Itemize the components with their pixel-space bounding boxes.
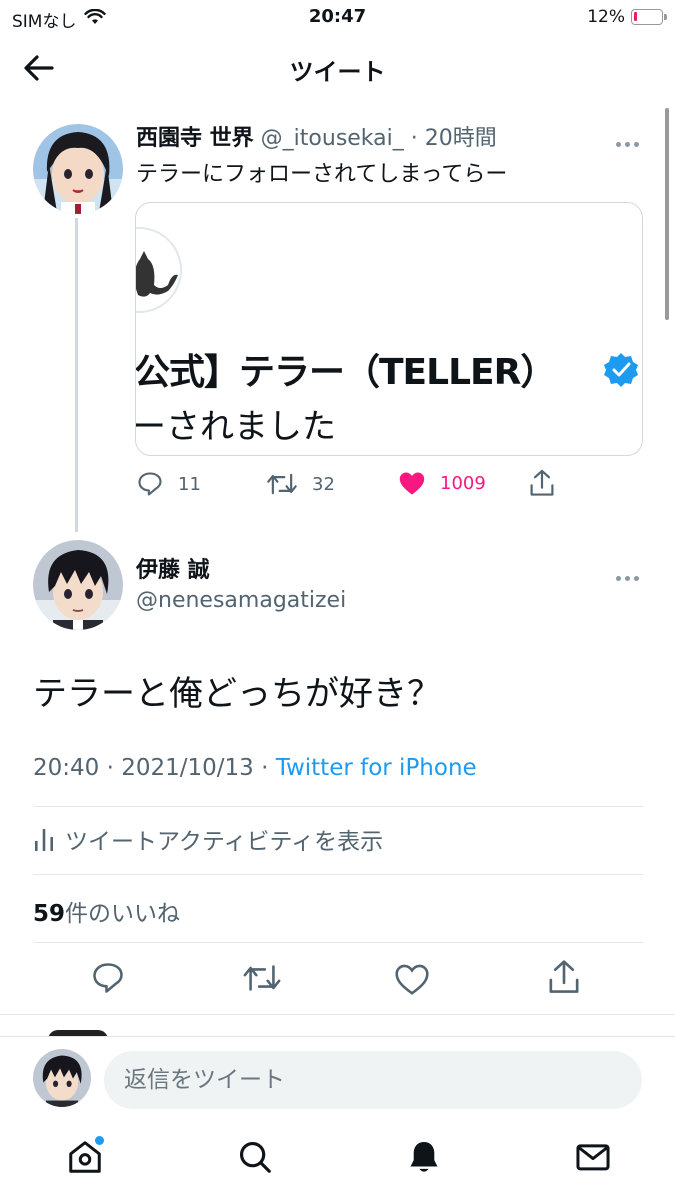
status-time: 20:47 (308, 6, 367, 27)
quoted-tweet-time: · 20時間 (410, 126, 497, 151)
reply-icon (93, 963, 123, 993)
like-count: 1009 (440, 472, 486, 494)
tab-messages[interactable] (574, 1138, 614, 1178)
battery-percent: 12% (587, 7, 625, 27)
divider (33, 806, 643, 807)
divider (0, 1014, 675, 1015)
header: ツイート (0, 34, 675, 100)
retweet-icon (243, 965, 281, 991)
avatar[interactable] (33, 124, 123, 214)
thread-connector (75, 218, 78, 532)
tweet-timestamp: 20:40 · 2021/10/13 · Twitter for iPhone (33, 755, 477, 781)
more-options-icon[interactable] (616, 132, 646, 147)
tweet-source-link[interactable]: Twitter for iPhone (276, 755, 477, 781)
retweet-count: 32 (312, 473, 335, 495)
retweet-button[interactable] (242, 960, 282, 1000)
search-icon (239, 1141, 271, 1173)
verified-badge-icon (602, 351, 640, 389)
tab-home[interactable] (66, 1136, 106, 1178)
more-options-icon[interactable] (616, 566, 646, 581)
divider (33, 874, 643, 875)
heart-filled-icon (399, 472, 425, 495)
share-button[interactable] (528, 468, 556, 498)
heart-icon (395, 964, 429, 995)
like-button[interactable] (394, 962, 434, 1002)
retweet-icon (267, 473, 297, 495)
activity-label: ツイートアクティビティを表示 (65, 829, 384, 855)
reply-button[interactable] (90, 960, 130, 1000)
likes-count: 59 (33, 901, 66, 927)
status-bar: SIMなし 20:47 12% (0, 0, 675, 34)
avatar[interactable] (33, 540, 123, 630)
tab-search[interactable] (236, 1138, 276, 1178)
like-button[interactable]: 1009 (398, 470, 486, 496)
reply-composer (0, 1036, 675, 1122)
tweet-activity-link[interactable]: ツイートアクティビティを表示 (33, 822, 383, 856)
battery-fill (634, 12, 637, 21)
quoted-tweet-meta: 西園寺 世界 @_itousekai_ · 20時間 (136, 120, 497, 152)
author-name[interactable]: 伊藤 誠 (136, 552, 210, 584)
embedded-image-card[interactable]: 公式】テラー（TELLER） ーされました (135, 202, 643, 456)
tab-bar (0, 1122, 675, 1200)
reply-count: 11 (178, 473, 201, 495)
reply-button[interactable]: 11 (136, 470, 201, 498)
tweet-text: テラーと俺どっちが好き？ (33, 674, 441, 714)
author-handle[interactable]: @nenesamagatizei (136, 588, 346, 613)
cat-logo-icon (136, 227, 182, 313)
notification-dot (95, 1136, 104, 1145)
retweet-button[interactable]: 32 (266, 470, 335, 498)
likes-summary[interactable]: 59件のいいね (33, 894, 180, 928)
page-title: ツイート (289, 58, 386, 86)
share-icon (549, 960, 579, 993)
quoted-author-name[interactable]: 西園寺 世界 (136, 126, 254, 151)
status-right: 12% (587, 7, 667, 27)
quoted-tweet-text: テラーにフォローされてしまってらー (136, 162, 508, 187)
reply-input[interactable] (104, 1051, 642, 1109)
share-button[interactable] (546, 958, 586, 998)
likes-label: 件のいいね (65, 901, 181, 927)
avatar[interactable] (33, 1049, 91, 1107)
share-icon (530, 469, 554, 496)
tweet-time: 20:40 · 2021/10/13 · (33, 755, 276, 781)
battery-icon (631, 9, 667, 25)
bar-chart-icon (35, 829, 53, 851)
tab-notifications[interactable] (405, 1138, 445, 1178)
scrollbar[interactable] (665, 108, 669, 320)
reply-icon (138, 472, 162, 496)
card-subtitle: ーされました (135, 407, 336, 447)
mail-icon (576, 1144, 610, 1171)
card-title: 公式】テラー（TELLER） (135, 352, 556, 393)
bell-icon (410, 1141, 438, 1172)
divider (33, 942, 643, 943)
quoted-author-handle[interactable]: @_itousekai_ (261, 126, 404, 151)
